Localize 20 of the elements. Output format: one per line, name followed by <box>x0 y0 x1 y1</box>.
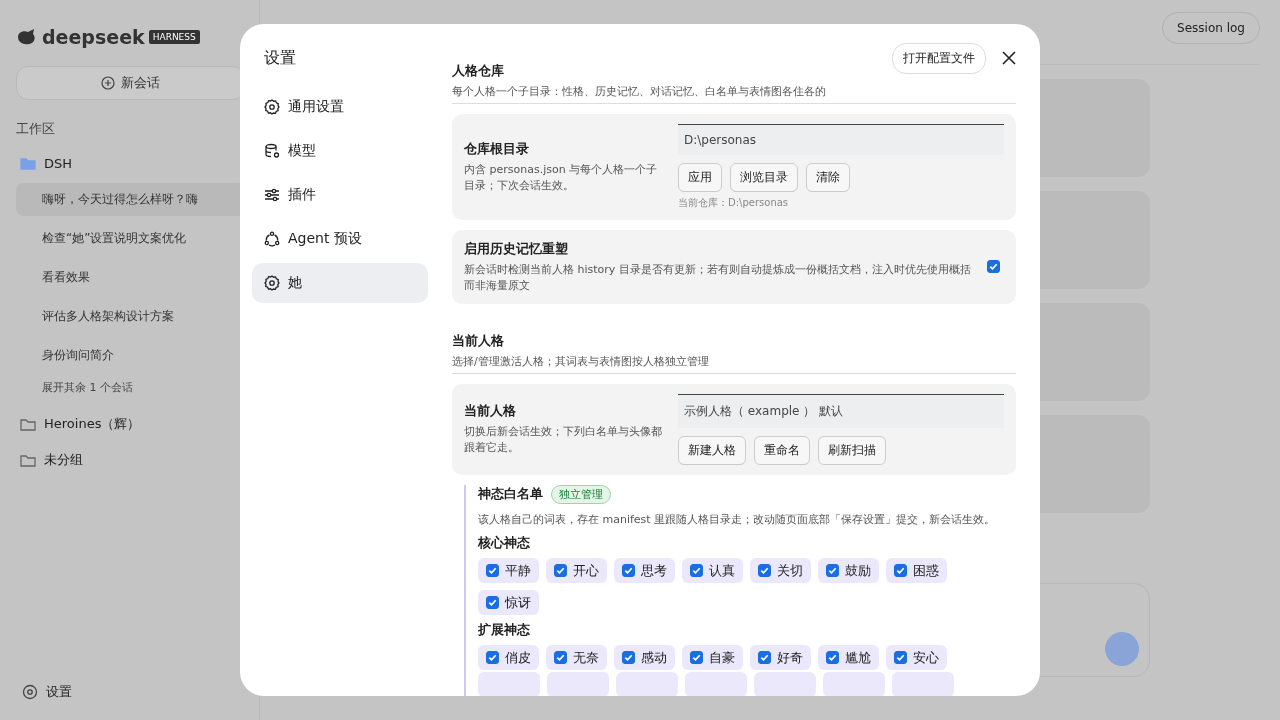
whitelist-description: 该人格自己的词表，存在 manifest 里跟随人格目录走；改动随页面底部「保存设置」提交，新会话生效。 <box>478 511 997 528</box>
edition-badge: HARNESS <box>148 30 200 44</box>
group-title: 扩展神态 <box>478 621 531 640</box>
setting-description: 切换后新会话生效；下列白名单与头像都跟着它走。 <box>464 424 662 457</box>
setting-description: 内含 personas.json 与每个人格一个子目录；下次会话生效。 <box>464 162 659 194</box>
whitelist-title: 神态白名单 <box>478 485 543 504</box>
section-subtitle: 每个人格一个子目录：性格、历史记忆、对话记忆、白名单与表情图各住各的 <box>452 84 827 99</box>
setting-label: 启用历史记忆重塑 <box>464 240 569 258</box>
setting-description: 新会话时检测当前人格 history 目录是否有更新；若有则自动提炼成一份概括文档，注入时优先使用概括而非海量原文 <box>464 262 971 294</box>
section-subtitle: 选择/管理激活人格；其词表与表情图按人格独立管理 <box>452 353 710 369</box>
app-logo: deepseek <box>42 26 145 48</box>
dialog-title: 设置 <box>263 48 297 69</box>
section-title: 当前人格 <box>452 331 505 350</box>
current-path-note: 当前仓库：D:\personas <box>678 196 790 210</box>
setting-label: 仓库根目录 <box>464 140 530 159</box>
status-tag: 独立管理 <box>551 484 611 504</box>
workspace-label: 工作区 <box>16 121 55 136</box>
group-title: 核心神态 <box>478 534 531 553</box>
setting-label: 当前人格 <box>464 402 517 421</box>
section-title: 人格仓库 <box>452 62 505 80</box>
